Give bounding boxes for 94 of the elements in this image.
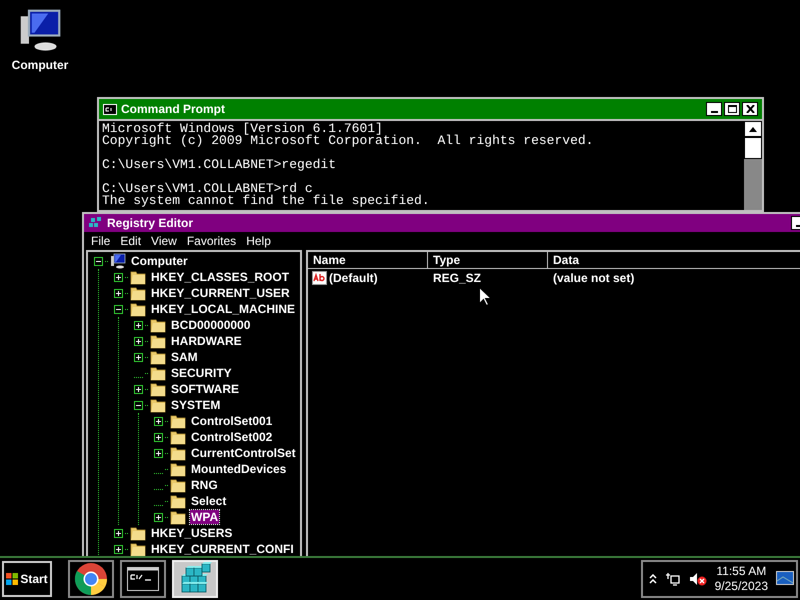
up-arrow-icon: [749, 126, 757, 132]
taskbar-button[interactable]: [68, 560, 114, 598]
computer-icon: [18, 8, 62, 52]
expand-icon[interactable]: [134, 320, 143, 330]
taskbar-button[interactable]: [120, 560, 166, 598]
console-line: Copyright (c) 2009 Microsoft Corporation. All rights reserved.: [102, 135, 594, 147]
cursor-icon: [479, 287, 491, 306]
tree-item[interactable]: MountedDevices: [190, 462, 288, 476]
console-line: The system cannot find the file specified.: [102, 195, 431, 207]
folder-icon: [170, 462, 186, 476]
console-line: C:\Users\VM1.COLLABNET>regedit: [102, 159, 338, 171]
collapse-icon[interactable]: [114, 304, 123, 314]
start-button[interactable]: Start: [2, 561, 52, 597]
table-cell-text: (value not set): [552, 270, 636, 286]
collapse-icon[interactable]: [134, 400, 143, 410]
folder-icon: [170, 494, 186, 508]
expand-icon[interactable]: [114, 544, 123, 554]
maximize-button[interactable]: [724, 102, 740, 116]
tree-item[interactable]: HARDWARE: [170, 334, 243, 348]
folder-icon: [150, 334, 166, 348]
tree-item[interactable]: Select: [190, 494, 228, 508]
column-header[interactable]: Name: [308, 252, 428, 269]
folder-icon: [170, 446, 186, 460]
expand-icon[interactable]: [114, 272, 123, 282]
clock-date[interactable]: 9/25/2023: [714, 579, 768, 594]
close-icon: [746, 105, 754, 113]
console-line: C:\Users\VM1.COLLABNET>rd c: [102, 183, 314, 195]
tree-item[interactable]: BCD00000000: [170, 318, 252, 332]
expand-icon[interactable]: [134, 352, 143, 362]
folder-icon: [170, 414, 186, 428]
expand-icon[interactable]: [134, 336, 143, 346]
folder-icon: [150, 350, 166, 364]
tree-item[interactable]: HKEY_LOCAL_MACHINE: [150, 302, 296, 316]
folder-icon: [150, 366, 166, 380]
console-icon: [103, 104, 117, 114]
folder-icon: [150, 318, 166, 332]
tree-item[interactable]: HKEY_CURRENT_CONFI: [150, 542, 295, 556]
menu-item[interactable]: File: [91, 232, 110, 250]
folder-icon: [150, 398, 166, 412]
expand-icon[interactable]: [154, 432, 163, 442]
expand-icon[interactable]: [114, 288, 123, 298]
volume-muted-icon[interactable]: [688, 572, 707, 586]
folder-icon: [130, 286, 146, 300]
table-cell-text: REG_SZ: [432, 270, 482, 286]
tree-item[interactable]: HKEY_USERS: [150, 526, 234, 540]
console-line: Microsoft Windows [Version 6.1.7601]: [102, 123, 383, 135]
tree-item[interactable]: SECURITY: [170, 366, 233, 380]
tree-item[interactable]: RNG: [190, 478, 219, 492]
window-title: Registry Editor: [107, 215, 194, 232]
close-button[interactable]: [742, 102, 758, 116]
minimize-button[interactable]: [706, 102, 722, 116]
tree-item[interactable]: WPA: [190, 510, 220, 524]
show-desktop-icon[interactable]: [776, 571, 794, 587]
folder-icon: [130, 526, 146, 540]
console-icon: [127, 567, 159, 591]
tree-item[interactable]: HKEY_CURRENT_USER: [150, 286, 291, 300]
column-header[interactable]: Data: [548, 252, 800, 269]
browser-icon: [74, 562, 108, 596]
tree-item[interactable]: SOFTWARE: [170, 382, 240, 396]
expand-icon[interactable]: [154, 416, 163, 426]
network-icon[interactable]: [664, 572, 681, 586]
expand-icon[interactable]: [134, 384, 143, 394]
expand-icon[interactable]: [154, 448, 163, 458]
clock-time[interactable]: 11:55 AM: [716, 564, 766, 579]
folder-icon: [150, 382, 166, 396]
flag-icon: [6, 573, 18, 585]
expand-icon[interactable]: [154, 512, 163, 522]
computer-icon: [110, 253, 126, 269]
menu-item[interactable]: View: [151, 232, 177, 250]
folder-icon: [170, 478, 186, 492]
tree-item[interactable]: SYSTEM: [170, 398, 222, 412]
tree-item[interactable]: HKEY_CLASSES_ROOT: [150, 270, 290, 284]
folder-icon: [170, 510, 186, 524]
window-title: Command Prompt: [121, 101, 226, 118]
chevron-up-icon[interactable]: [648, 574, 657, 584]
tree-item[interactable]: CurrentControlSet: [190, 446, 297, 460]
tree-item[interactable]: ControlSet002: [190, 430, 274, 444]
table-cell-text: (Default): [329, 270, 378, 286]
folder-icon: [130, 542, 146, 556]
tree-item[interactable]: SAM: [170, 350, 199, 364]
desktop-icon-label[interactable]: Computer: [12, 56, 68, 74]
folder-icon: [170, 430, 186, 444]
folder-icon: [130, 270, 146, 284]
menu-item[interactable]: Favorites: [186, 232, 236, 250]
expand-icon[interactable]: [114, 528, 123, 538]
tree-item[interactable]: Computer: [130, 254, 189, 268]
menu-item[interactable]: Help: [246, 232, 271, 250]
scrollbar[interactable]: [744, 121, 762, 210]
string-value-icon: [312, 270, 327, 284]
menu-item[interactable]: Edit: [120, 232, 142, 250]
folder-icon: [130, 302, 146, 316]
collapse-icon[interactable]: [94, 256, 103, 266]
tree-item[interactable]: ControlSet001: [190, 414, 274, 428]
column-header[interactable]: Type: [428, 252, 548, 269]
